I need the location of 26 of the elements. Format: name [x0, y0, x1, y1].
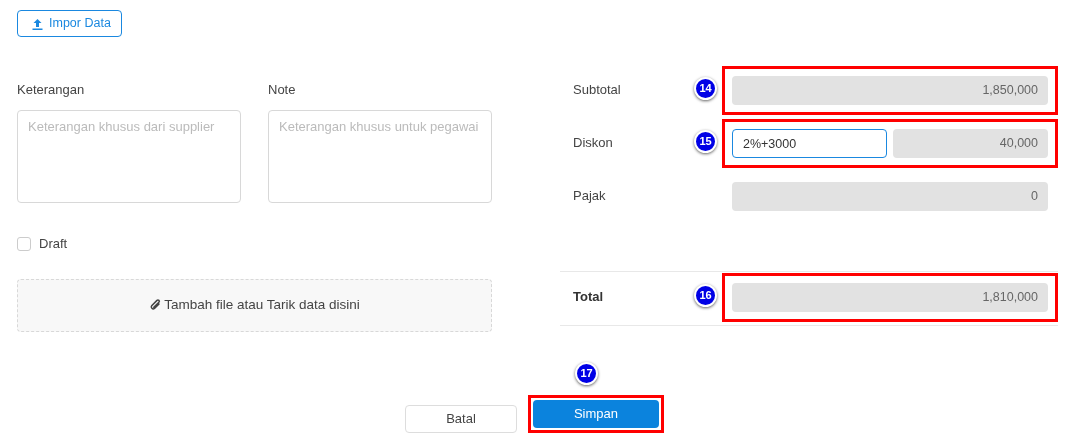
readonly-field: 1,850,000: [732, 76, 1048, 105]
text-area[interactable]: Keterangan khusus untuk pegawai: [268, 109, 492, 203]
readonly-field: 40,000: [893, 129, 1048, 158]
number-badge: 15: [694, 130, 717, 153]
readonly-field: 1,810,000: [732, 283, 1048, 312]
discount-input[interactable]: 2%+3000: [732, 129, 887, 158]
number-badge: 14: [694, 77, 717, 100]
field-label: Note: [268, 81, 297, 99]
cancel-button[interactable]: Batal: [405, 404, 517, 433]
text-area[interactable]: Keterangan khusus dari supplier: [17, 109, 241, 203]
number-badge: 16: [694, 284, 717, 307]
import-button[interactable]: Impor Data: [17, 10, 122, 37]
field-label: Diskon: [572, 134, 614, 152]
checkbox-label: Draft: [39, 235, 68, 253]
readonly-field: 0: [732, 182, 1048, 211]
drop-zone-text: Tambah file atau Tarik data disini: [164, 295, 360, 314]
checkbox[interactable]: [17, 236, 31, 251]
upload-icon: [32, 17, 43, 30]
number-badge: 17: [575, 361, 598, 385]
field-label: Keterangan: [17, 81, 86, 99]
save-button[interactable]: Simpan: [533, 399, 659, 428]
field-label: Subtotal: [572, 81, 622, 99]
drop-zone[interactable]: Tambah file atau Tarik data disini: [17, 278, 492, 332]
paperclip-icon: [149, 298, 163, 312]
total-label: Total: [572, 288, 605, 306]
field-label: Pajak: [572, 187, 607, 205]
